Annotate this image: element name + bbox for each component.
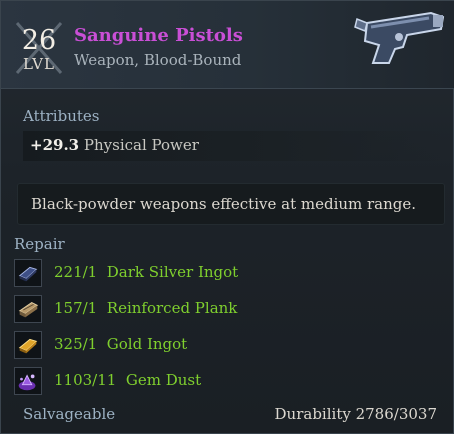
repair-material: 1103/11 Gem Dust (14, 367, 434, 395)
material-amount: 221/1 (54, 263, 98, 281)
item-tooltip: 26 LVL Sanguine Pistols Weapon, Blood-Bo… (0, 0, 454, 434)
dark-silver-ingot-icon (14, 259, 42, 287)
material-name: Gem Dust (125, 371, 202, 389)
material-name: Gold Ingot (106, 335, 188, 353)
material-amount: 157/1 (54, 299, 98, 317)
level-badge: 26 LVL (13, 19, 65, 77)
material-text: 1103/11 Gem Dust (54, 371, 201, 389)
material-amount: 325/1 (54, 335, 98, 353)
item-type: Weapon, Blood-Bound (74, 51, 242, 69)
tooltip-header: 26 LVL Sanguine Pistols Weapon, Blood-Bo… (1, 1, 454, 89)
reinforced-plank-icon (14, 295, 42, 323)
gold-ingot-icon (14, 331, 42, 359)
material-name: Reinforced Plank (106, 299, 238, 317)
material-amount: 1103/11 (54, 371, 117, 389)
material-text: 325/1 Gold Ingot (54, 335, 187, 353)
item-name: Sanguine Pistols (74, 25, 243, 46)
item-level: 26 (21, 25, 57, 56)
salvageable-label: Salvageable (23, 405, 116, 423)
pistol-icon (354, 11, 445, 64)
item-description: Black-powder weapons effective at medium… (17, 183, 445, 225)
repair-title: Repair (14, 235, 65, 253)
material-text: 221/1 Dark Silver Ingot (54, 263, 238, 281)
gem-dust-icon (14, 367, 42, 395)
attribute-row: +29.3 Physical Power (23, 131, 443, 161)
repair-material: 325/1 Gold Ingot (14, 331, 434, 359)
attributes-title: Attributes (23, 107, 100, 125)
attribute-name: Physical Power (83, 136, 199, 154)
material-text: 157/1 Reinforced Plank (54, 299, 237, 317)
level-label: LVL (23, 55, 55, 73)
repair-material: 157/1 Reinforced Plank (14, 295, 434, 323)
material-name: Dark Silver Ingot (106, 263, 239, 281)
repair-material: 221/1 Dark Silver Ingot (14, 259, 434, 287)
durability-label: Durability 2786/3037 (274, 405, 437, 423)
attribute-value: +29.3 (30, 136, 80, 154)
